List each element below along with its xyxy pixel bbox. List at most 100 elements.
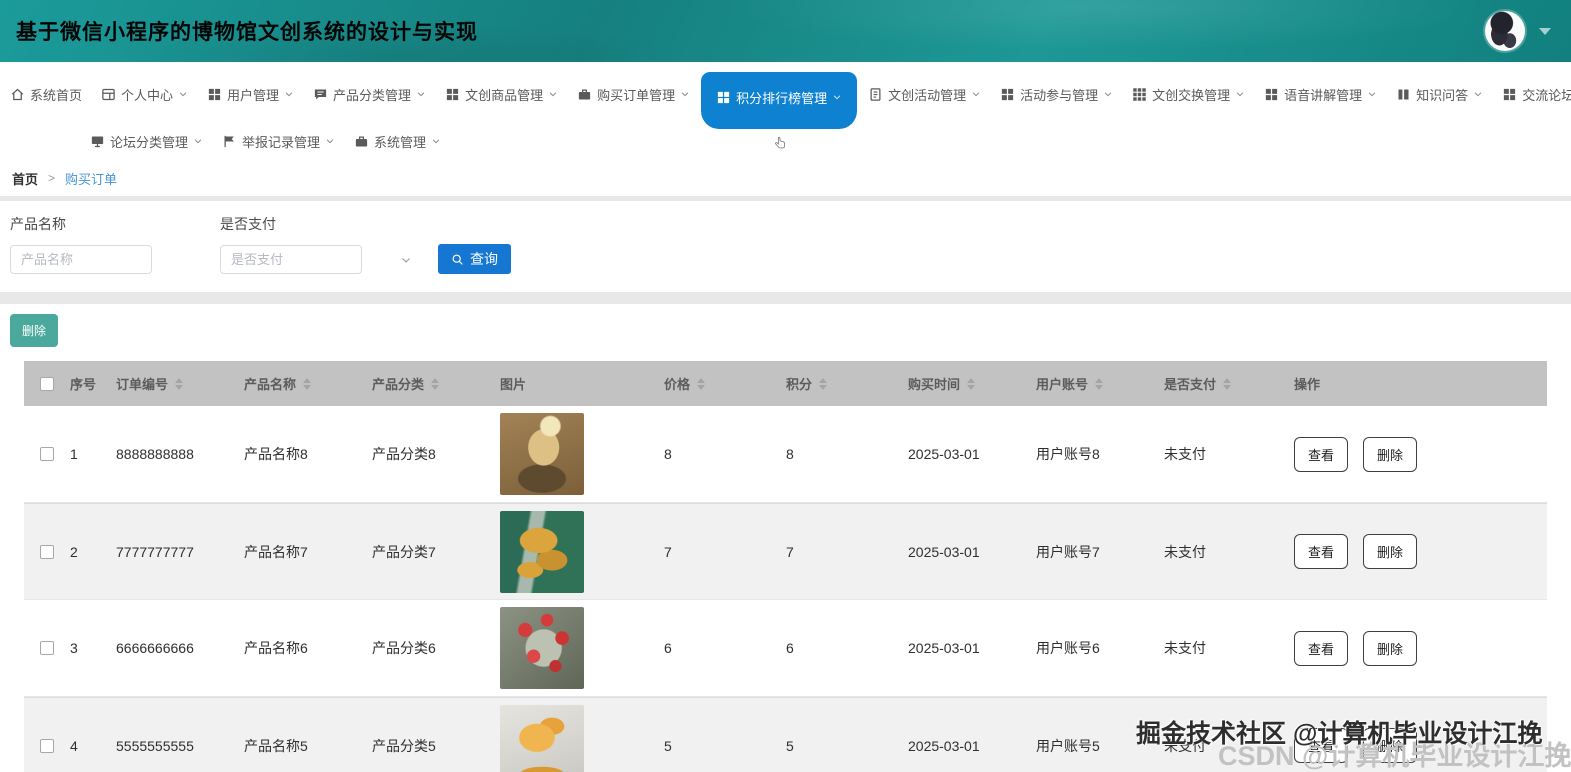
- nav-item-label: 系统管理: [374, 134, 427, 150]
- column-header-points[interactable]: 积分: [776, 374, 898, 393]
- panel-icon: [101, 87, 116, 102]
- table-row: 4 5555555555 产品名称5 产品分类5 5 5 2025-03-01 …: [24, 697, 1547, 772]
- cell-points: 6: [786, 640, 794, 656]
- briefcase-icon: [354, 134, 369, 149]
- nav-item-points-ranking-management[interactable]: 积分排行榜管理: [701, 71, 858, 129]
- cell-price: 8: [664, 446, 672, 462]
- view-button[interactable]: 查看: [1294, 534, 1349, 569]
- grid-icon: [716, 90, 731, 105]
- paid-status-field-group: 是否支付: [220, 214, 362, 274]
- paid-status-select[interactable]: [220, 245, 362, 274]
- product-name-field-group: 产品名称: [10, 214, 152, 274]
- briefcase-icon: [577, 87, 592, 102]
- nav-row-1: 系统首页 个人中心 用户管理 产品分类管理 文创商品管理 购买订单管理 积分排行…: [8, 66, 1571, 122]
- query-button[interactable]: 查询: [438, 244, 511, 274]
- cell-purchase-date: 2025-03-01: [908, 737, 980, 754]
- sort-icon[interactable]: [1095, 377, 1104, 390]
- nav-item-cultural-goods-management[interactable]: 文创商品管理: [443, 81, 560, 108]
- nav-item-label: 购买订单管理: [597, 87, 676, 103]
- view-button[interactable]: 查看: [1294, 630, 1349, 666]
- cell-user-account: 用户账号5: [1036, 737, 1100, 754]
- cell-points: 5: [786, 737, 794, 754]
- select-chevron-down-icon[interactable]: [400, 254, 412, 266]
- product-image[interactable]: [500, 510, 584, 593]
- cell-order-no: 6666666666: [116, 640, 194, 656]
- orders-table: 序号 订单编号 产品名称 产品分类 图片 价格 积分 购买时间 用户账号 是否支…: [24, 361, 1547, 772]
- nav-item-activity-participation-management[interactable]: 活动参与管理: [998, 81, 1115, 108]
- row-checkbox[interactable]: [40, 544, 54, 559]
- content-panel: 删除 序号 订单编号 产品名称 产品分类 图片 价格 积分 购买时间 用户账号 …: [0, 304, 1571, 772]
- column-header-paid-status[interactable]: 是否支付: [1154, 374, 1284, 393]
- sort-icon[interactable]: [697, 377, 706, 390]
- delete-button[interactable]: 删除: [1363, 436, 1418, 472]
- column-header-price[interactable]: 价格: [654, 374, 776, 393]
- grid-icon: [207, 87, 222, 102]
- book-icon: [1396, 87, 1411, 102]
- product-name-input[interactable]: [10, 245, 152, 274]
- user-avatar[interactable]: [1485, 11, 1525, 51]
- cell-index: 2: [70, 543, 78, 560]
- paid-status-label: 是否支付: [220, 216, 276, 232]
- table-row: 1 8888888888 产品名称8 产品分类8 8 8 2025-03-01 …: [24, 406, 1547, 503]
- sort-icon[interactable]: [175, 377, 184, 390]
- nav-item-user-management[interactable]: 用户管理: [205, 81, 296, 108]
- chevron-down-icon: [1367, 89, 1377, 99]
- sort-icon[interactable]: [819, 377, 828, 390]
- sort-icon[interactable]: [967, 377, 976, 390]
- nav-item-knowledge-qa[interactable]: 知识问答: [1394, 81, 1485, 108]
- view-button[interactable]: 查看: [1294, 728, 1349, 763]
- nav-item-forum-category-management[interactable]: 论坛分类管理: [88, 128, 205, 155]
- cell-index: 3: [70, 640, 78, 656]
- nav-item-label: 文创交换管理: [1152, 87, 1231, 103]
- row-checkbox[interactable]: [40, 738, 54, 753]
- bulk-delete-button[interactable]: 删除: [10, 314, 59, 347]
- column-header-purchase-date[interactable]: 购买时间: [898, 374, 1026, 393]
- nav-item-system-management[interactable]: 系统管理: [352, 128, 443, 155]
- row-checkbox[interactable]: [40, 447, 54, 461]
- product-image[interactable]: [500, 704, 584, 772]
- home-icon: [10, 87, 25, 102]
- delete-button[interactable]: 删除: [1363, 534, 1418, 569]
- select-all-checkbox[interactable]: [40, 376, 54, 391]
- delete-button[interactable]: 删除: [1363, 630, 1418, 666]
- cell-category: 产品分类6: [372, 640, 436, 656]
- product-image[interactable]: [500, 413, 584, 495]
- nav-item-report-record-management[interactable]: 举报记录管理: [220, 128, 337, 155]
- avatar-caret-down-icon[interactable]: [1539, 28, 1551, 35]
- column-header-product-name[interactable]: 产品名称: [234, 374, 362, 393]
- nav-item-purchase-order-management[interactable]: 购买订单管理: [575, 81, 692, 108]
- breadcrumb-home-link[interactable]: 首页: [12, 169, 38, 188]
- column-header-actions: 操作: [1294, 377, 1321, 392]
- cell-category: 产品分类8: [372, 446, 436, 462]
- nav-item-personal-center[interactable]: 个人中心: [99, 81, 190, 108]
- sort-icon[interactable]: [303, 377, 312, 390]
- nav-item-label: 个人中心: [121, 87, 174, 103]
- app-header: 基于微信小程序的博物馆文创系统的设计与实现: [0, 0, 1571, 62]
- nav-item-product-category-management[interactable]: 产品分类管理: [311, 81, 428, 108]
- cell-paid-status: 未支付: [1164, 543, 1206, 560]
- nav-item-forum[interactable]: 交流论坛: [1500, 81, 1571, 108]
- sort-icon[interactable]: [431, 377, 440, 390]
- nav-item-label: 交流论坛: [1522, 87, 1571, 103]
- delete-button[interactable]: 删除: [1363, 728, 1418, 763]
- column-header-user-account[interactable]: 用户账号: [1026, 374, 1154, 393]
- view-button[interactable]: 查看: [1294, 436, 1349, 472]
- breadcrumb-current-link[interactable]: 购买订单: [65, 169, 117, 188]
- column-header-category[interactable]: 产品分类: [362, 374, 490, 393]
- cell-paid-status: 未支付: [1164, 640, 1206, 656]
- chevron-down-icon: [431, 136, 441, 146]
- nav-item-label: 产品分类管理: [333, 87, 412, 103]
- nav-item-cultural-exchange-management[interactable]: 文创交换管理: [1130, 81, 1247, 108]
- product-image[interactable]: [500, 607, 584, 689]
- nav-item-cultural-activity-management[interactable]: 文创活动管理: [866, 81, 983, 108]
- nav-item-label: 文创活动管理: [888, 87, 967, 103]
- cell-product-name: 产品名称6: [244, 640, 308, 656]
- row-checkbox[interactable]: [40, 641, 54, 655]
- cell-product-name: 产品名称5: [244, 737, 308, 754]
- column-header-order-no[interactable]: 订单编号: [106, 374, 234, 393]
- nav-item-system-home[interactable]: 系统首页: [8, 81, 84, 108]
- sort-icon[interactable]: [1223, 377, 1232, 390]
- chevron-down-icon: [193, 136, 203, 146]
- breadcrumb: 首页 > 购买订单: [0, 160, 1571, 196]
- nav-item-voice-guide-management[interactable]: 语音讲解管理: [1262, 81, 1379, 108]
